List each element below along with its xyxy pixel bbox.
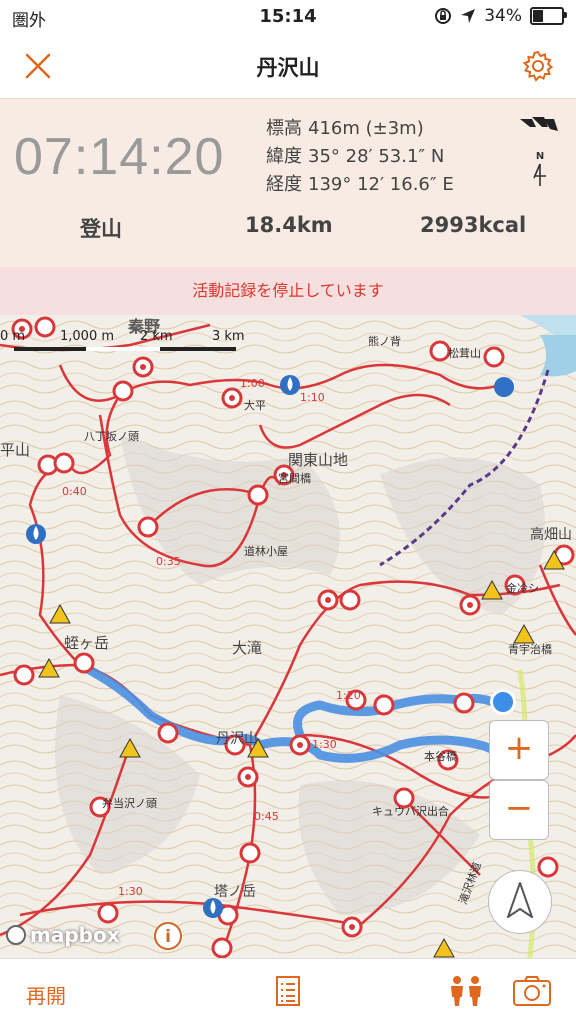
activity-log-button[interactable] xyxy=(268,973,308,1009)
svg-text:0:35: 0:35 xyxy=(156,555,181,568)
svg-text:本谷橋: 本谷橋 xyxy=(424,749,457,763)
mapbox-label: mapbox xyxy=(30,923,120,947)
svg-text:1:30: 1:30 xyxy=(312,738,337,751)
zoom-out-button[interactable]: − xyxy=(489,780,549,840)
svg-text:0:40: 0:40 xyxy=(62,485,87,498)
svg-text:熊ノ背: 熊ノ背 xyxy=(368,334,401,348)
location-arrow-icon xyxy=(461,9,476,23)
latitude-label: 緯度 xyxy=(266,146,302,167)
svg-text:1:10: 1:10 xyxy=(300,391,325,404)
elapsed-time: 07:14:20 xyxy=(14,128,225,186)
scale-label-1: 1,000 m xyxy=(60,329,115,344)
svg-text:関東山地: 関東山地 xyxy=(288,451,348,469)
compass-arrow-icon xyxy=(507,882,533,918)
topographic-map[interactable]: 秦野 大平 関東山地 宮間橋 八丁坂ノ頭 道林小屋 大滝 蛭ヶ岳 丹沢山 弁当沢… xyxy=(0,315,576,958)
svg-text:蛭ヶ岳: 蛭ヶ岳 xyxy=(64,634,109,652)
list-icon xyxy=(276,976,300,1006)
svg-text:青宇治橋: 青宇治橋 xyxy=(508,642,552,656)
svg-text:0:45: 0:45 xyxy=(254,810,279,823)
settings-button[interactable] xyxy=(518,46,558,86)
svg-text:平山: 平山 xyxy=(0,441,30,459)
distance-value: 18.4km xyxy=(245,213,333,237)
camera-icon xyxy=(513,976,551,1006)
svg-text:1:30: 1:30 xyxy=(118,885,143,898)
scale-label-0: 0 m xyxy=(0,329,26,344)
scale-label-3: 3 km xyxy=(212,329,245,344)
scale-bar-segment xyxy=(86,347,160,351)
elevation-value: 416m (±3m) xyxy=(308,118,424,139)
map-info-button[interactable]: i xyxy=(154,922,182,950)
elevation-label: 標高 xyxy=(266,118,302,139)
svg-text:1:20: 1:20 xyxy=(336,689,361,702)
svg-text:丹沢山: 丹沢山 xyxy=(216,731,258,747)
camera-button[interactable] xyxy=(512,973,552,1009)
longitude-value: 139° 12′ 16.6″ E xyxy=(308,174,454,195)
tracking-panel: 07:14:20 標高 416m (±3m) 緯度 35° 28′ 53.1″ N … xyxy=(0,99,576,315)
longitude-row: 経度 139° 12′ 16.6″ E xyxy=(266,171,454,199)
group-members-button[interactable] xyxy=(446,973,486,1009)
battery-percent: 34% xyxy=(484,6,522,26)
stats-row: 登山 18.4km 2993kcal xyxy=(0,213,576,249)
paused-banner: 活動記録を停止しています xyxy=(0,267,576,315)
map-view[interactable]: 秦野 大平 関東山地 宮間橋 八丁坂ノ頭 道林小屋 大滝 蛭ヶ岳 丹沢山 弁当沢… xyxy=(0,315,576,958)
svg-text:弁当沢ノ頭: 弁当沢ノ頭 xyxy=(102,796,157,810)
svg-text:1:00: 1:00 xyxy=(240,377,265,390)
activity-type: 登山 xyxy=(80,217,122,241)
svg-text:松茸山: 松茸山 xyxy=(448,346,481,360)
compass-needle-icon xyxy=(533,163,546,186)
elevation-row: 標高 416m (±3m) xyxy=(266,115,454,143)
orientation-lock-icon xyxy=(435,8,452,24)
zoom-in-button[interactable]: + xyxy=(489,720,549,780)
svg-text:八丁坂ノ頭: 八丁坂ノ頭 xyxy=(84,430,139,443)
resume-button[interactable]: 再開 xyxy=(26,980,66,1009)
bottom-toolbar: 再開 xyxy=(0,958,576,1025)
svg-text:金冷シ: 金冷シ xyxy=(506,581,539,595)
latitude-value: 35° 28′ 53.1″ N xyxy=(308,146,445,167)
coordinates: 標高 416m (±3m) 緯度 35° 28′ 53.1″ N 経度 139° 12… xyxy=(266,115,454,199)
gear-icon xyxy=(522,50,554,82)
longitude-label: 経度 xyxy=(266,174,302,195)
svg-text:キュウバ沢出合: キュウバ沢出合 xyxy=(372,804,449,818)
gps-signal-icon xyxy=(518,115,558,139)
svg-text:高畑山: 高畑山 xyxy=(530,526,572,543)
scale-label-2: 2 km xyxy=(140,329,173,344)
svg-text:道林小屋: 道林小屋 xyxy=(244,544,288,558)
svg-text:宮間橋: 宮間橋 xyxy=(278,471,311,485)
nav-bar: 丹沢山 xyxy=(0,34,576,99)
people-icon xyxy=(451,976,481,1006)
latitude-row: 緯度 35° 28′ 53.1″ N xyxy=(266,143,454,171)
svg-text:大滝: 大滝 xyxy=(232,639,262,657)
status-right: 34% xyxy=(434,6,567,26)
battery-icon xyxy=(530,7,567,25)
compass-north-label: N xyxy=(535,151,545,162)
current-location-dot xyxy=(490,689,516,715)
svg-text:塔ノ岳: 塔ノ岳 xyxy=(214,884,256,900)
mapbox-logo-icon xyxy=(6,925,26,945)
svg-text:大平: 大平 xyxy=(244,398,266,412)
mapbox-attribution[interactable]: mapbox xyxy=(6,923,120,947)
page-title: 丹沢山 xyxy=(256,56,320,80)
map-scale-bar: 0 m 1,000 m 2 km 3 km xyxy=(0,329,250,359)
calories-value: 2993kcal xyxy=(420,213,527,237)
status-bar: 圏外 15:14 34% xyxy=(0,0,576,34)
map-compass-button[interactable] xyxy=(488,870,552,934)
north-compass: N xyxy=(530,151,550,191)
